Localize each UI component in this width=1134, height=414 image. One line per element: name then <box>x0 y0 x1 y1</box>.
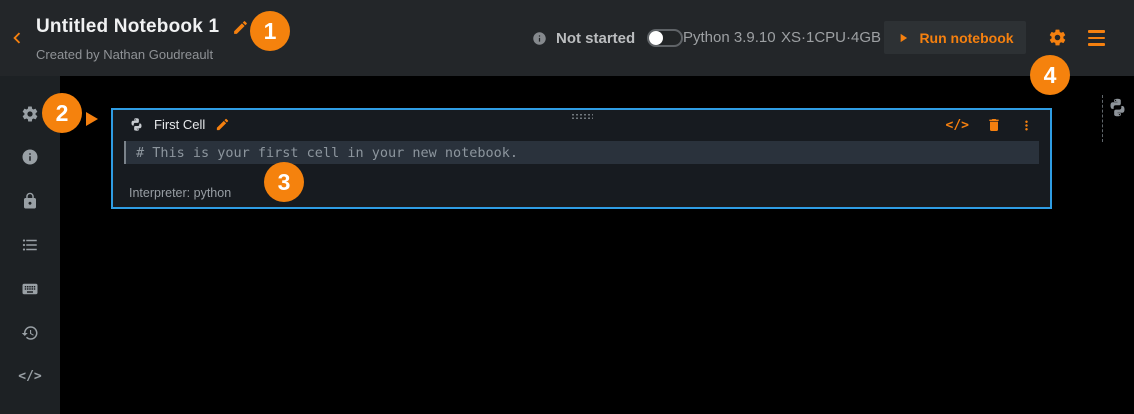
annotation-badge-4: 4 <box>1030 55 1070 95</box>
edit-title-pencil-icon[interactable] <box>232 19 249 36</box>
sidebar-keyboard-icon[interactable] <box>0 280 60 298</box>
hamburger-bar <box>1088 30 1105 33</box>
sidebar-history-icon[interactable] <box>0 324 60 342</box>
code-comment-text: # This is your first cell in your new no… <box>126 145 518 161</box>
notebook-settings-gear-icon[interactable] <box>1048 28 1067 47</box>
annotation-badge-1: 1 <box>250 11 290 51</box>
kernel-status-group: Not started <box>532 29 683 47</box>
sidebar-info-icon[interactable] <box>0 148 60 166</box>
sidebar-code-icon[interactable]: </> <box>0 368 60 386</box>
kernel-status-label: Not started <box>556 30 635 47</box>
container-size-label: XS·1CPU·4GB <box>781 29 881 46</box>
run-cell-play-icon[interactable] <box>86 112 98 126</box>
interpreter-label: Interpreter: python <box>129 186 231 200</box>
kernel-toggle-switch[interactable] <box>647 29 683 47</box>
cell-delete-trash-icon[interactable] <box>986 117 1002 133</box>
code-editor-line[interactable]: # This is your first cell in your new no… <box>124 141 1039 164</box>
back-chevron-icon[interactable] <box>6 27 28 49</box>
page-title: Untitled Notebook 1 <box>36 16 219 38</box>
annotation-badge-3: 3 <box>264 162 304 202</box>
sidebar-list-icon[interactable] <box>0 236 60 254</box>
cell-drag-handle-icon[interactable] <box>571 113 593 120</box>
title-row: Untitled Notebook 1 <box>36 16 249 38</box>
menu-hamburger-icon[interactable] <box>1088 30 1105 46</box>
code-glyph: </> <box>18 368 41 386</box>
notebook-cell[interactable]: First Cell </> # This is your first cell… <box>111 108 1052 209</box>
collapsed-python-panel[interactable] <box>1102 95 1128 142</box>
hamburger-bar <box>1088 43 1105 46</box>
play-icon <box>896 31 910 45</box>
cell-header: First Cell <box>129 117 230 132</box>
python-logo-icon <box>1107 97 1128 118</box>
cell-more-kebab-icon[interactable] <box>1019 118 1034 133</box>
created-by-subtitle: Created by Nathan Goudreault <box>36 47 213 62</box>
cell-actions: </> <box>946 117 1034 133</box>
cell-title: First Cell <box>154 117 205 132</box>
annotation-badge-2: 2 <box>42 93 82 133</box>
hamburger-bar <box>1088 37 1105 40</box>
run-notebook-label: Run notebook <box>919 30 1013 46</box>
sidebar-lock-icon[interactable] <box>0 192 60 210</box>
python-logo-icon <box>129 117 144 132</box>
notebook-page: Untitled Notebook 1 Created by Nathan Go… <box>0 0 1134 414</box>
kernel-version-label: Python 3.9.10 <box>683 29 776 46</box>
edit-cell-name-pencil-icon[interactable] <box>215 117 230 132</box>
cell-code-icon[interactable]: </> <box>946 118 969 133</box>
toggle-knob <box>649 31 663 45</box>
top-header-bar: Untitled Notebook 1 Created by Nathan Go… <box>0 0 1134 76</box>
status-info-icon <box>532 31 547 46</box>
run-notebook-button[interactable]: Run notebook <box>884 21 1026 54</box>
